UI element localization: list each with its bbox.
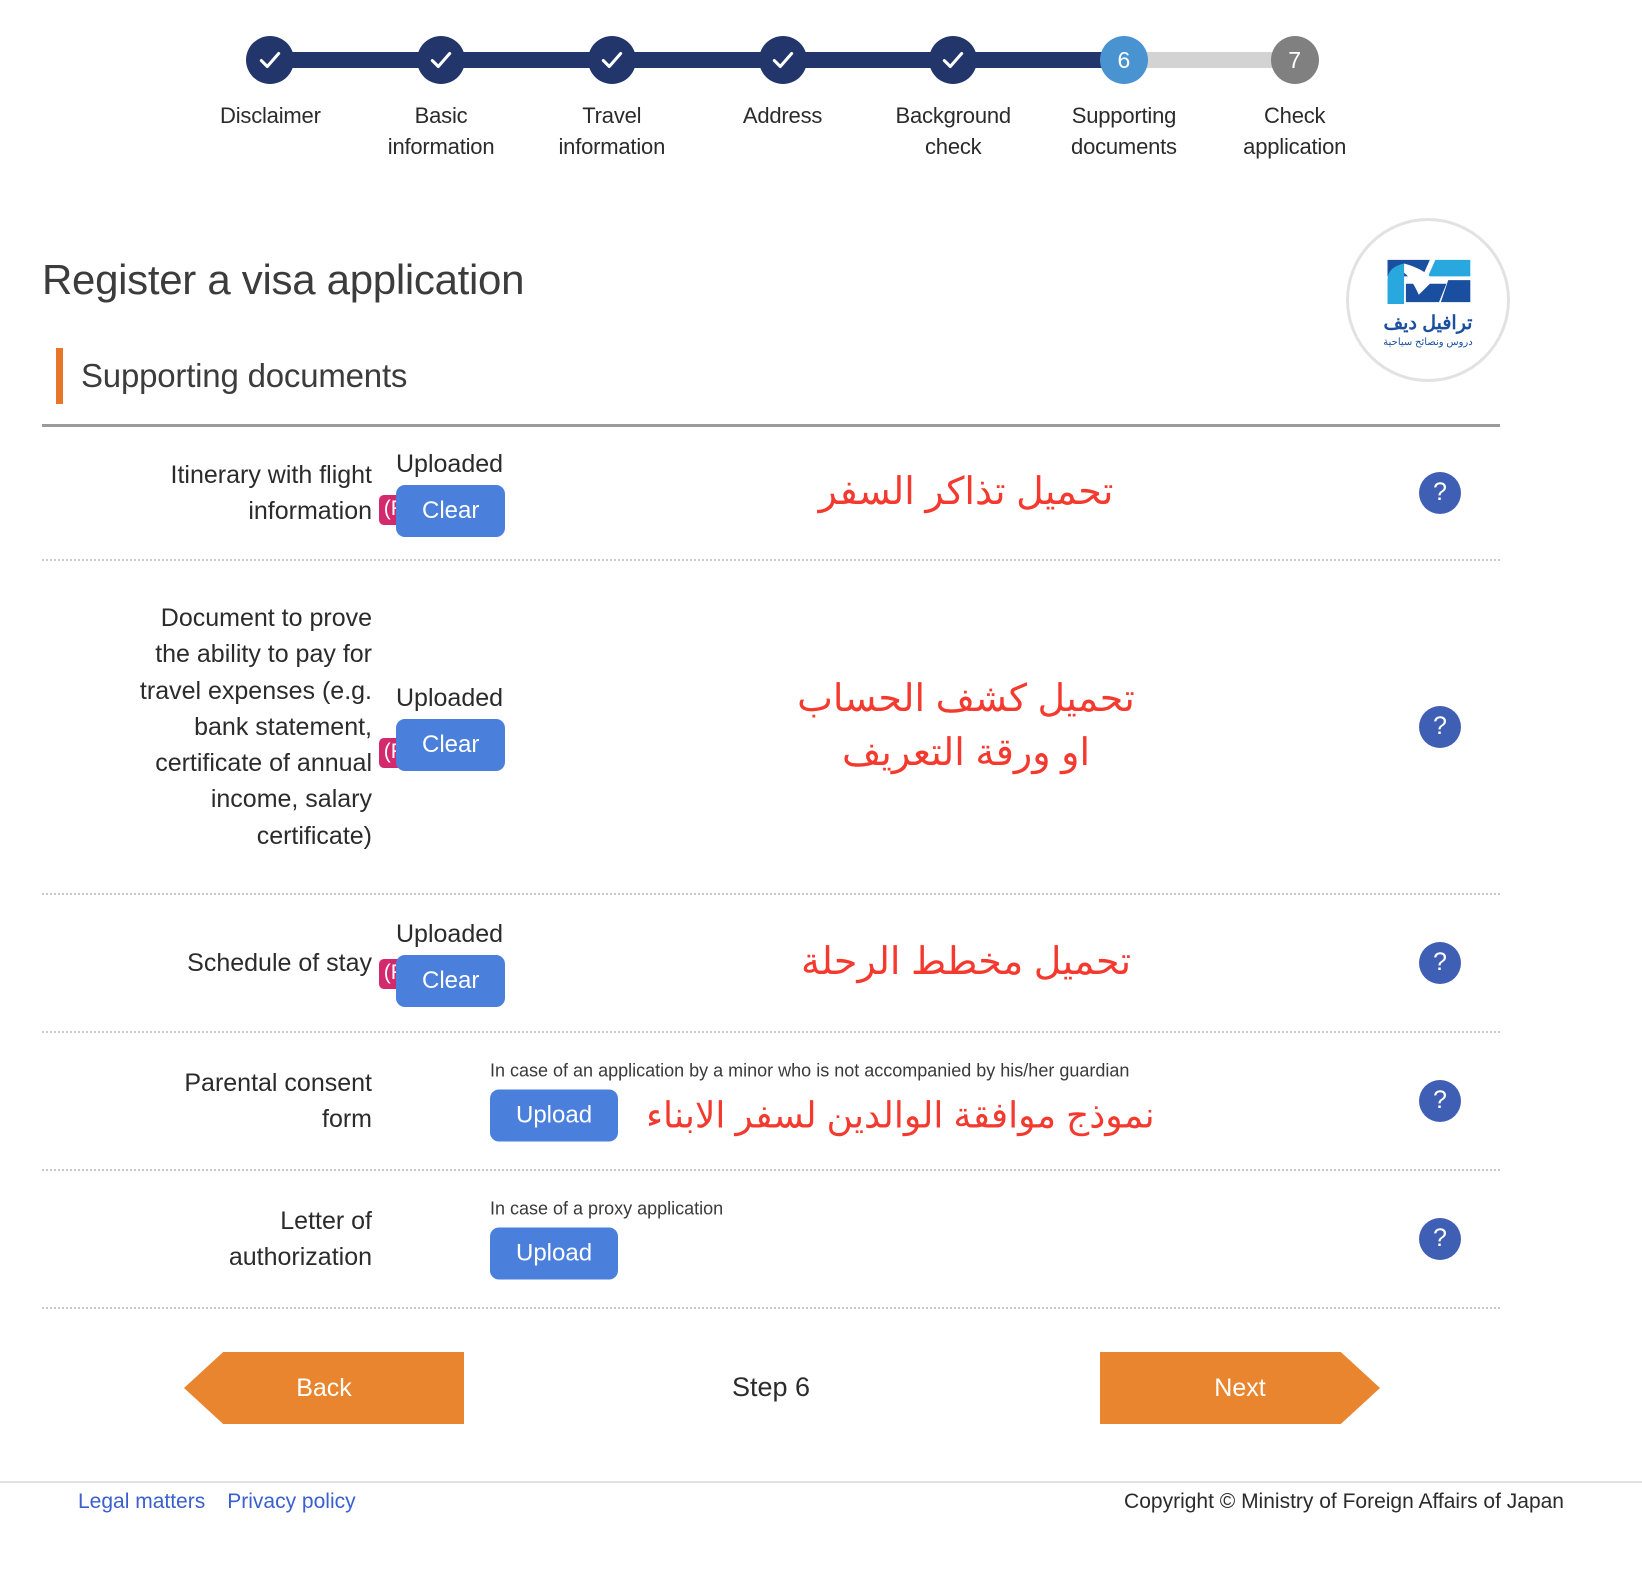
step-basic-information[interactable]: Basic information xyxy=(356,18,527,162)
help-icon[interactable]: ? xyxy=(1419,472,1461,514)
page-footer: Legal matters Privacy policy Copyright ©… xyxy=(0,1490,1642,1514)
help-icon[interactable]: ? xyxy=(1419,706,1461,748)
clear-button[interactable]: Clear xyxy=(396,718,506,771)
check-icon xyxy=(601,51,622,69)
wizard-navigation: Back Step 6 Next xyxy=(42,1344,1500,1434)
document-name-cell: Parental consent form xyxy=(42,1051,372,1152)
document-name-cell: Schedule of stay (Required) xyxy=(42,931,488,995)
footer-links: Legal matters Privacy policy xyxy=(78,1490,356,1514)
document-name-cell: Letter of authorization xyxy=(42,1189,372,1290)
step-check-application[interactable]: 7 Check application xyxy=(1209,18,1380,162)
section-accent-bar xyxy=(56,348,63,404)
table-row: Parental consent form In case of an appl… xyxy=(42,1033,1500,1171)
condition-hint: In case of a proxy application xyxy=(490,1198,724,1219)
check-icon xyxy=(260,51,281,69)
document-name: Parental consent form xyxy=(184,1068,372,1133)
footer-divider xyxy=(0,1481,1642,1483)
step-5-label: Background check xyxy=(895,103,1012,160)
step-3-bubble xyxy=(587,36,636,84)
help-icon[interactable]: ? xyxy=(1419,1080,1461,1122)
upload-status: Uploaded xyxy=(396,683,504,712)
document-action-cell: Uploaded Clear xyxy=(372,920,622,1007)
step-supporting-documents[interactable]: 6 Supporting documents xyxy=(1039,18,1210,162)
table-row: Itinerary with flight information (Requi… xyxy=(42,427,1500,561)
upload-button[interactable]: Upload xyxy=(490,1227,619,1280)
step-travel-information[interactable]: Travel information xyxy=(526,18,697,162)
privacy-policy-link[interactable]: Privacy policy xyxy=(227,1490,355,1514)
document-action-cell: Uploaded Clear xyxy=(372,684,622,771)
step-6-bubble: 6 xyxy=(1099,36,1148,84)
step-7-label: Check application xyxy=(1243,103,1347,160)
arabic-annotation: تحميل تذاكر السفر xyxy=(818,471,1114,514)
document-action-wide: In case of a proxy application Upload xyxy=(490,1199,1350,1280)
step-1-bubble xyxy=(246,36,295,84)
table-row: Schedule of stay (Required) Uploaded Cle… xyxy=(42,895,1500,1033)
next-button[interactable]: Next xyxy=(1100,1352,1380,1424)
help-cell: ? xyxy=(1380,472,1500,514)
logo-arabic-name: ترافيل ديف xyxy=(1383,313,1473,334)
step-2-bubble xyxy=(417,36,466,84)
upload-status: Uploaded xyxy=(396,919,504,948)
step-1-label: Disclaimer xyxy=(220,103,321,128)
check-icon xyxy=(943,51,964,69)
step-address[interactable]: Address xyxy=(697,18,868,162)
step-background-check[interactable]: Background check xyxy=(868,18,1039,162)
document-name-cell: Document to prove the ability to pay for… xyxy=(42,586,488,868)
document-name-cell: Itinerary with flight information (Requi… xyxy=(42,443,488,544)
section-header: Supporting documents xyxy=(56,348,407,404)
site-logo-watermark: ترافيل ديف دروس ونصائح سياحية xyxy=(1346,218,1510,382)
step-4-label: Address xyxy=(742,103,823,128)
upload-status: Uploaded xyxy=(396,449,504,478)
logo-mark-icon xyxy=(1387,259,1471,304)
table-row: Letter of authorization In case of a pro… xyxy=(42,1171,1500,1309)
clear-button[interactable]: Clear xyxy=(396,954,506,1007)
supporting-documents-table: Itinerary with flight information (Requi… xyxy=(42,424,1500,1309)
condition-hint: In case of an application by a minor who… xyxy=(490,1060,1130,1081)
document-name: Schedule of stay xyxy=(187,948,372,977)
help-cell: ? xyxy=(1380,1080,1500,1122)
section-title: Supporting documents xyxy=(81,357,408,394)
help-cell: ? xyxy=(1380,1218,1500,1260)
table-row: Document to prove the ability to pay for… xyxy=(42,561,1500,895)
document-action-cell: Uploaded Clear xyxy=(372,450,622,537)
clear-button[interactable]: Clear xyxy=(396,484,506,537)
check-icon xyxy=(772,51,793,69)
document-name: Letter of authorization xyxy=(228,1206,372,1271)
step-3-label: Travel information xyxy=(558,103,666,160)
help-cell: ? xyxy=(1380,942,1500,984)
upload-button[interactable]: Upload xyxy=(490,1089,619,1142)
help-icon[interactable]: ? xyxy=(1419,942,1461,984)
progress-stepper: Disclaimer Basic information Travel info… xyxy=(185,18,1380,193)
arabic-annotation: تحميل مخطط الرحلة xyxy=(800,941,1132,984)
document-name: Itinerary with flight information xyxy=(170,460,372,525)
step-disclaimer[interactable]: Disclaimer xyxy=(185,18,356,162)
step-2-label: Basic information xyxy=(387,103,495,160)
arabic-annotation: تحميل كشف الحساب او ورقة التعريف xyxy=(797,678,1135,774)
document-action-wide: In case of an application by a minor who… xyxy=(490,1061,1350,1142)
page-title: Register a visa application xyxy=(42,256,525,304)
document-name: Document to prove the ability to pay for… xyxy=(139,604,372,850)
logo-arabic-tagline: دروس ونصائح سياحية xyxy=(1383,337,1473,348)
copyright-text: Copyright © Ministry of Foreign Affairs … xyxy=(1124,1490,1564,1513)
step-6-label: Supporting documents xyxy=(1071,103,1177,160)
step-4-bubble xyxy=(758,36,807,84)
legal-matters-link[interactable]: Legal matters xyxy=(78,1490,205,1514)
help-cell: ? xyxy=(1380,706,1500,748)
step-7-bubble: 7 xyxy=(1270,36,1319,84)
stepper-steps: Disclaimer Basic information Travel info… xyxy=(185,18,1380,162)
help-icon[interactable]: ? xyxy=(1419,1218,1461,1260)
check-icon xyxy=(430,51,452,69)
arabic-annotation: نموذج موافقة الوالدين لسفر الابناء xyxy=(646,1094,1155,1136)
step-5-bubble xyxy=(929,36,978,84)
